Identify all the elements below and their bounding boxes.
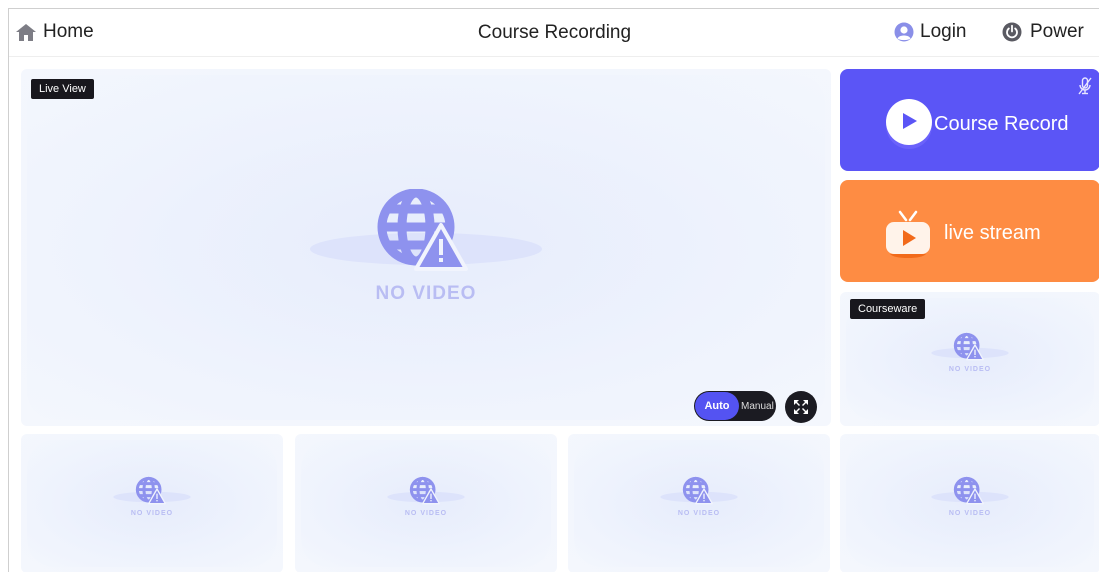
camera-thumbnail-1[interactable]: NO VIDEO	[21, 434, 283, 572]
camera-thumbnail-4[interactable]: NO VIDEO	[840, 434, 1099, 572]
no-video-text: NO VIDEO	[375, 283, 477, 304]
page-title: Course Recording	[477, 22, 632, 43]
course-record-icon-circle	[886, 99, 932, 145]
course-record-button[interactable]: Course Record	[840, 69, 1099, 171]
no-video-text: NO VIDEO	[948, 510, 992, 517]
login-button[interactable]: Login	[894, 21, 967, 43]
top-bar: Home Course Recording Login Power	[9, 9, 1099, 57]
no-video-text: NO VIDEO	[677, 510, 721, 517]
power-icon	[1002, 22, 1022, 42]
courseware-label: Courseware	[850, 299, 926, 319]
mic-muted-icon[interactable]	[1078, 77, 1092, 95]
home-label: Home	[43, 21, 94, 42]
globe-warning-icon	[660, 476, 738, 505]
thumbnail-no-video-placeholder: NO VIDEO	[112, 476, 192, 517]
camera-thumbnail-3[interactable]: NO VIDEO	[568, 434, 830, 572]
globe-warning-icon	[310, 189, 542, 271]
courseware-panel[interactable]: Courseware NO VIDEO	[840, 292, 1099, 426]
courseware-no-video-placeholder: NO VIDEO	[930, 332, 1010, 373]
login-label: Login	[920, 21, 967, 42]
app-frame: Home Course Recording Login Power Live V…	[8, 8, 1099, 572]
globe-warning-icon	[387, 476, 465, 505]
thumbnail-no-video-placeholder: NO VIDEO	[659, 476, 739, 517]
camera-thumbnail-2[interactable]: NO VIDEO	[295, 434, 557, 572]
fullscreen-button[interactable]	[785, 391, 817, 423]
no-video-text: NO VIDEO	[130, 510, 174, 517]
play-icon	[903, 113, 917, 129]
globe-warning-icon	[113, 476, 191, 505]
user-icon	[894, 22, 914, 42]
tv-icon	[886, 210, 930, 258]
power-label: Power	[1030, 21, 1084, 42]
live-view-label: Live View	[31, 79, 94, 99]
no-video-placeholder: NO VIDEO	[306, 189, 546, 305]
thumbnail-no-video-placeholder: NO VIDEO	[386, 476, 466, 517]
globe-warning-icon	[931, 476, 1009, 505]
no-video-text: NO VIDEO	[948, 366, 992, 373]
live-stream-button[interactable]: live stream	[840, 180, 1099, 282]
no-video-text: NO VIDEO	[404, 510, 448, 517]
mode-auto-option[interactable]: Auto	[695, 392, 739, 420]
fullscreen-icon	[794, 400, 808, 414]
power-button[interactable]: Power	[1002, 21, 1084, 43]
home-button[interactable]: Home	[15, 21, 94, 43]
globe-warning-icon	[931, 332, 1009, 361]
course-record-label: Course Record	[934, 113, 1069, 135]
live-view-panel[interactable]: Live View NO VIDEO	[21, 69, 831, 426]
mode-manual-option[interactable]: Manual	[741, 401, 774, 412]
home-icon	[16, 24, 36, 41]
live-stream-label: live stream	[944, 222, 1041, 244]
mode-toggle[interactable]: Auto Manual	[694, 391, 776, 421]
thumbnail-no-video-placeholder: NO VIDEO	[930, 476, 1010, 517]
